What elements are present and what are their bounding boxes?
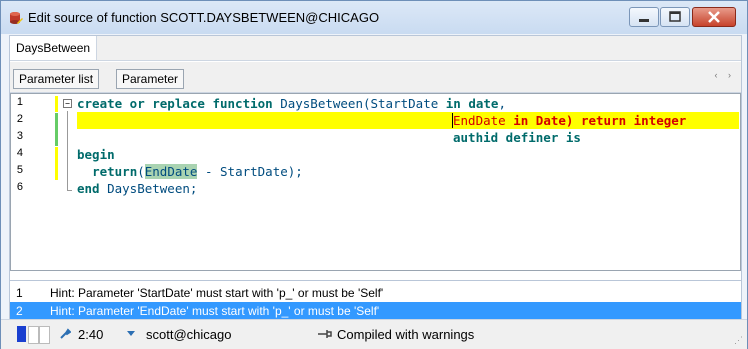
tab-daysbetween[interactable]: DaysBetween [10,36,98,60]
status-bar: 2:40 scott@chicago Compiled with warning… [1,319,747,349]
hint-text: Hint: Parameter 'EndDate' must start wit… [50,304,380,318]
error-keyword: in Date) [513,113,574,128]
close-button[interactable] [692,7,736,27]
hint-item[interactable]: 1 Hint: Parameter 'StartDate' must start… [10,284,741,302]
title-bar[interactable]: Edit source of function SCOTT.DAYSBETWEE… [1,1,747,34]
keyword: end [77,181,100,196]
code-line-3: authid definer is [453,130,581,146]
line-number: 1 [16,96,23,108]
maximize-icon [669,11,681,22]
parameter-button[interactable]: Parameter [116,69,185,89]
status-indicator [39,326,50,344]
hint-number: 1 [16,286,23,300]
code-line-1: create or replace function DaysBetween(S… [77,96,506,112]
line-gutter: 1 2 3 4 5 6 [11,94,57,270]
fold-guide-end [67,190,72,191]
code-line-2: EndDate in Date) return integer [453,113,686,129]
code-text: - StartDate); [197,164,303,179]
text-cursor [452,113,453,128]
compile-status: Compiled with warnings [337,327,475,342]
wrench-icon [60,328,71,339]
identifier: DaysBetween(StartDate [280,96,439,111]
keyword: create or replace function [77,96,273,111]
keyword: begin [77,147,115,162]
database-icon [10,12,23,24]
tab-strip: DaysBetween [10,36,741,61]
change-marker [55,147,58,180]
code-line-6: end DaysBetween; [77,181,197,197]
close-icon [708,11,720,23]
keyword: authid definer is [453,130,581,145]
status-indicator [17,326,26,342]
line-number: 4 [16,147,23,159]
dropdown-icon[interactable] [127,331,135,337]
window-title: Edit source of function SCOTT.DAYSBETWEE… [28,10,380,25]
parameter-list-button[interactable]: Parameter list [13,69,100,89]
fold-guide [67,111,68,191]
resize-grip-icon[interactable]: ⋰ [734,335,743,346]
code-editor[interactable]: 1 2 3 4 5 6 − create or replace function… [10,93,741,271]
maximize-button[interactable] [660,7,690,27]
change-marker [55,96,58,112]
minimize-icon [639,19,649,22]
fold-toggle-icon[interactable]: − [63,99,72,108]
keyword: return [92,164,138,179]
status-indicator [28,326,39,344]
line-number: 3 [16,130,23,142]
code-line-4: begin [77,147,115,163]
code-line-5: return(EndDate - StartDate); [77,164,303,180]
toolbar: Parameter list Parameter ‹ › [10,62,741,93]
hint-item-selected[interactable]: 2 Hint: Parameter 'EndDate' must start w… [10,302,741,320]
hints-list: 1 Hint: Parameter 'StartDate' must start… [10,280,741,321]
hint-text: Hint: Parameter 'StartDate' must start w… [50,286,384,300]
punctuation: ( [137,164,145,179]
main-content: DaysBetween Parameter list Parameter ‹ ›… [9,35,742,344]
punctuation: , [498,96,506,111]
editor-window: Edit source of function SCOTT.DAYSBETWEE… [0,0,748,349]
cursor-position: 2:40 [78,327,104,342]
error-keyword: return integer [580,113,687,128]
pin-icon [318,330,332,338]
line-number: 2 [16,113,23,125]
minimize-button[interactable] [629,7,659,27]
keyword: in date [445,96,499,111]
line-number: 5 [16,164,23,176]
hint-number: 2 [16,304,23,318]
selected-identifier: EndDate [144,164,198,179]
line-number: 6 [16,181,23,193]
tab-scroll-arrows[interactable]: ‹ › [715,70,736,80]
connection-label[interactable]: scott@chicago [146,327,231,342]
error-identifier: EndDate [453,113,506,128]
code-text: DaysBetween; [99,181,198,196]
change-marker [55,113,58,146]
